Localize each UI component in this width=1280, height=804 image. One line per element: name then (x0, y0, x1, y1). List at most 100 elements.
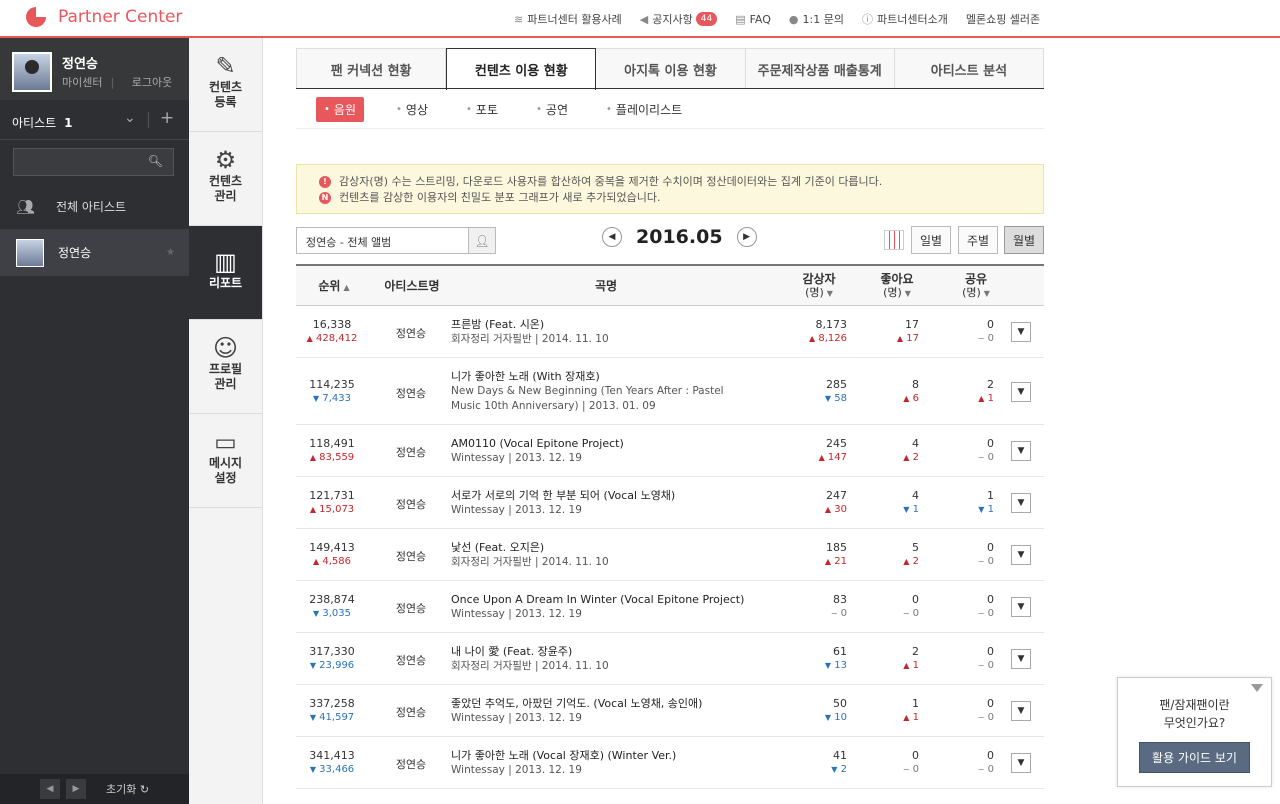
song-album-date: Wintessay | 2013. 12. 19 (451, 712, 582, 724)
album-select[interactable]: 정연승 - 전체 앨범 👤︎ (296, 227, 496, 254)
chat-icon: ● (788, 12, 799, 26)
song-title[interactable]: Once Upon A Dream In Winter (Vocal Epito… (451, 592, 751, 607)
song-title[interactable]: 낯선 (Feat. 오지은) (451, 540, 751, 555)
nav-inquiry[interactable]: ● 1:1 문의 (789, 11, 844, 27)
song-title[interactable]: 좋았던 추억도, 아팠던 기억도. (Vocal 노영채, 송인애) (451, 696, 751, 711)
shares-cell: 1 ▼ 1 (978, 489, 994, 515)
subtab-playlist[interactable]: 플레이리스트 (606, 101, 682, 118)
notice-line-1: 감상자(명) 수는 스트리밍, 다운로드 사용자를 합산하여 중복을 제거한 수… (339, 175, 883, 188)
collapse-icon[interactable] (1251, 684, 1263, 692)
table-row: 317,330 ▼ 23,996 정연승 내 나이 愛 (Feat. 장윤주) 회자정리… (296, 633, 1044, 685)
menu-profile[interactable]: ☺ 프로필 관리 (189, 320, 262, 414)
guide-button[interactable]: 활용 가이드 보기 (1139, 742, 1250, 773)
tab-fan-connection[interactable]: 팬 커넥션 현황 (297, 49, 447, 89)
artist-search-input[interactable]: 🔍︎ (13, 148, 174, 176)
menu-content-register[interactable]: ✎ 컨텐츠 등록 (189, 38, 262, 132)
sidebar-footer: ◀ ▶ 초기화 ↻ (0, 774, 189, 804)
notice-box: ! 감상자(명) 수는 스트리밍, 다운로드 사용자를 합산하여 중복을 제거한 … (296, 164, 1044, 214)
next-month-button[interactable]: ▶ (736, 227, 757, 247)
nav-notice[interactable]: ◀ 공지사항 44 (640, 11, 718, 27)
row-detail-toggle-button[interactable]: ▼ (1011, 493, 1031, 513)
song-title[interactable]: 프른밤 (Feat. 시온) (451, 317, 751, 332)
row-detail-toggle-button[interactable]: ▼ (1011, 701, 1031, 721)
reset-button[interactable]: 초기화 ↻ (106, 781, 149, 797)
menu-report[interactable]: ▥ 리포트 (189, 226, 262, 320)
artist-cell: 정연승 (395, 327, 427, 340)
person-icon[interactable]: 👤︎ (468, 228, 495, 253)
col-likes[interactable]: 좋아요 (명) ▼ (862, 273, 932, 300)
new-icon: N (319, 192, 331, 204)
col-listeners[interactable]: 감상자 (명) ▼ (784, 273, 854, 300)
tab-content-usage[interactable]: 컨텐츠 이용 현황 (446, 48, 597, 90)
listeners-cell: 50 ▼ 10 (824, 697, 847, 723)
row-detail-toggle-button[interactable]: ▼ (1011, 545, 1031, 565)
chevron-down-icon[interactable]: ⌄ (124, 110, 136, 126)
logout-link[interactable]: 로그아웃 (132, 76, 172, 89)
my-center-link[interactable]: 마이센터 (62, 76, 102, 89)
top-nav: ≋ 파트너센터 활용사례 ◀ 공지사항 44 ▤ FAQ ● 1:1 문의 ⓘ 파트너센터소… (514, 11, 1040, 27)
trend-up-icon: ▲ (306, 334, 313, 343)
trend-up-icon: ▲ (903, 713, 910, 722)
next-page-button[interactable]: ▶ (66, 779, 86, 799)
row-detail-toggle-button[interactable]: ▼ (1011, 597, 1031, 617)
row-detail-toggle-button[interactable]: ▼ (1011, 441, 1031, 461)
logo[interactable]: Partner Center (26, 7, 182, 27)
tab-custom-goods-sales[interactable]: 주문제작상품 매출통계 (746, 49, 895, 89)
info-icon: ⓘ (861, 13, 873, 26)
prev-month-button[interactable]: ◀ (602, 227, 622, 247)
song-title[interactable]: 내 나이 愛 (Feat. 장윤주) (451, 644, 751, 659)
table-row: 238,874 ▼ 3,035 정연승 Once Upon A Dream In Wi… (296, 581, 1044, 633)
table-row: 341,413 ▼ 33,466 정연승 니가 좋아한 노래 (Vocal 장재호) … (296, 737, 1044, 789)
shares-cell: 0− 0 (977, 318, 994, 344)
menu-content-manage[interactable]: ⚙ 컨텐츠 관리 (189, 132, 262, 226)
nav-seller-zone[interactable]: 멜론쇼핑 셀러존 (966, 11, 1040, 27)
shares-cell: 0− 0 (977, 541, 994, 567)
song-title[interactable]: 니가 좋아한 노래 (With 장재호) (451, 369, 751, 384)
add-artist-icon[interactable]: + (160, 108, 174, 128)
period-weekly-button[interactable]: 주별 (958, 226, 998, 254)
nav-about[interactable]: ⓘ 파트너센터소개 (862, 11, 948, 27)
subtab-video[interactable]: 영상 (396, 101, 428, 118)
col-shares[interactable]: 공유 (명) ▼ (941, 273, 1011, 300)
nav-faq[interactable]: ▤ FAQ (735, 13, 771, 26)
nav-use-cases[interactable]: ≋ 파트너센터 활용사례 (514, 11, 622, 27)
search-icon[interactable]: 🔍︎ (148, 154, 163, 168)
trend-down-icon: ▼ (824, 661, 832, 670)
trend-up-icon: ▲ (809, 334, 816, 343)
layers-icon: ≋ (514, 12, 524, 26)
prev-page-button[interactable]: ◀ (40, 779, 60, 799)
listeners-cell: 41 ▼ 2 (831, 749, 847, 775)
period-monthly-button[interactable]: 월별 (1004, 226, 1044, 254)
table-row: 114,235 ▼ 7,433 정연승 니가 좋아한 노래 (With 장재호) New… (296, 358, 1044, 425)
menu-message[interactable]: ▭ 메시지 설정 (189, 414, 262, 508)
alert-icon: ! (319, 176, 331, 188)
song-title[interactable]: AM0110 (Vocal Epitone Project) (451, 436, 751, 451)
no-change-icon: − (977, 765, 985, 774)
subtab-photo[interactable]: 포토 (466, 101, 498, 118)
trend-down-icon: ▼ (824, 713, 832, 722)
song-title[interactable]: 니가 좋아한 노래 (Vocal 장재호) (Winter Ver.) (451, 748, 751, 763)
row-detail-toggle-button[interactable]: ▼ (1011, 649, 1031, 669)
sidebar-item-all-artists[interactable]: 👥︎ 전체 아티스트 (0, 184, 189, 230)
logo-text: Partner Center (58, 7, 183, 27)
subtab-concert[interactable]: 공연 (536, 101, 568, 118)
row-detail-toggle-button[interactable]: ▼ (1011, 322, 1031, 342)
profile-panel: 정연승 마이센터 | 로그아웃 (0, 38, 189, 100)
tab-agitalk-usage[interactable]: 아지톡 이용 현황 (596, 49, 746, 89)
row-detail-toggle-button[interactable]: ▼ (1011, 381, 1031, 402)
sidebar-item-artist[interactable]: 정연승 ★ (0, 230, 189, 276)
artist-cell: 정연승 (395, 706, 427, 719)
calendar-icon[interactable] (884, 230, 904, 250)
star-icon[interactable]: ★ (166, 247, 175, 258)
subtab-music[interactable]: 음원 (316, 97, 364, 122)
song-title[interactable]: 서로가 서로의 기억 한 부분 되어 (Vocal 노영채) (451, 488, 751, 503)
shares-cell: 0− 0 (977, 645, 994, 671)
trend-down-icon: ▼ (313, 609, 320, 618)
col-rank[interactable]: 순위 ▲ (304, 280, 364, 294)
shares-cell: 0− 0 (977, 749, 994, 775)
trend-down-icon: ▼ (831, 765, 838, 774)
row-detail-toggle-button[interactable]: ▼ (1011, 753, 1031, 773)
tab-artist-analysis[interactable]: 아티스트 분석 (895, 49, 1043, 89)
period-daily-button[interactable]: 일별 (911, 226, 951, 254)
rank-cell: 114,235 ▼ 7,433 (309, 377, 355, 404)
